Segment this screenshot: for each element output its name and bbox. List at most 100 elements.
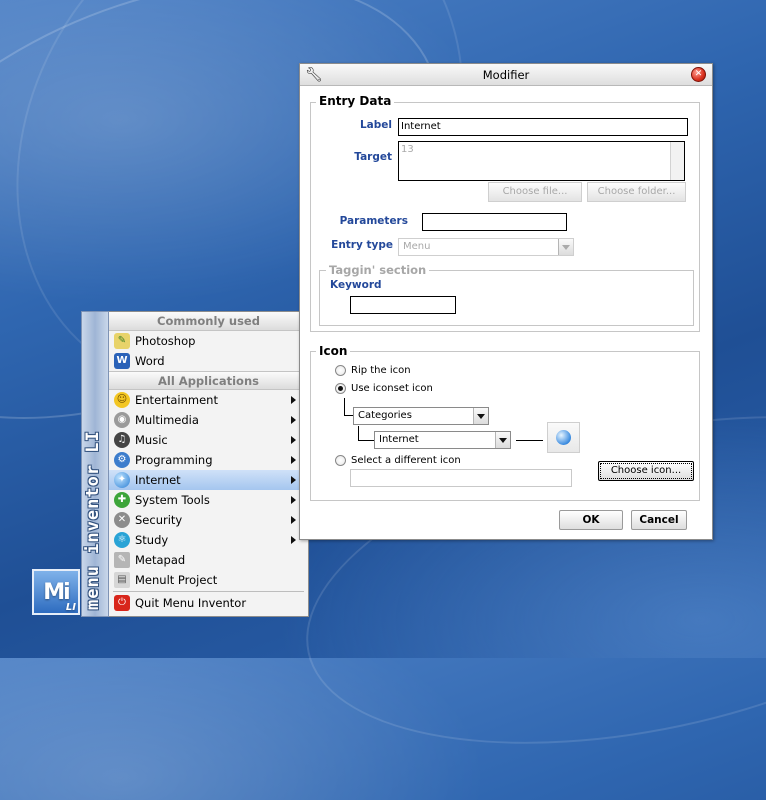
menu-item-label: Entertainment [135,393,218,407]
entry-type-select[interactable]: Menu [398,238,574,256]
chevron-down-icon [473,408,488,424]
submenu-arrow-icon [291,416,296,424]
menu-separator [113,591,304,592]
gear-icon: ⚙ [114,452,130,468]
dialog-title: Modifier [482,68,530,82]
sidebar-brand-text: menu inventor LI [83,430,103,610]
submenu-arrow-icon [291,456,296,464]
headphones-icon: ♫ [114,432,130,448]
different-icon-label: Select a different icon [351,455,461,466]
parameters-caption: Parameters [339,215,408,227]
label-input[interactable]: Internet [398,118,688,136]
choose-folder-button[interactable]: Choose folder... [587,182,686,202]
rip-icon-radio[interactable] [335,365,346,376]
tools-icon: ✚ [114,492,130,508]
preview-connector [516,440,543,441]
launcher-menu: Commonly used ✎ Photoshop W Word All App… [109,311,309,617]
categories-select[interactable]: Categories [353,407,489,425]
tagging-legend: Taggin' section [326,263,430,277]
word-icon: W [114,353,130,369]
menu-item-internet[interactable]: ✦ Internet [109,470,308,490]
menu-item-entertainment[interactable]: ☺ Entertainment [109,390,308,410]
target-textarea[interactable]: 13 [398,141,685,181]
menu-item-label: Menult Project [135,573,218,587]
menu-item-label: Metapad [135,553,186,567]
tree-connector [344,398,353,416]
chevron-down-icon [495,432,510,448]
keyword-input[interactable] [350,296,456,314]
ok-button[interactable]: OK [559,510,623,530]
menu-item-label: Internet [135,473,181,487]
different-icon-radio[interactable] [335,455,346,466]
menu-inventor-logo[interactable]: Mi LI [32,569,80,615]
logo-sub-text: LI [65,602,76,613]
choose-icon-button[interactable]: Choose icon... [598,461,694,481]
choose-file-button[interactable]: Choose file... [488,182,582,202]
logo-text: Mi [43,579,70,605]
menu-item-label: Music [135,433,168,447]
entry-data-legend: Entry Data [316,94,395,108]
menu-item-multimedia[interactable]: ◉ Multimedia [109,410,308,430]
menu-item-word[interactable]: W Word [109,351,308,371]
menu-item-label: Multimedia [135,413,199,427]
categories-value: Categories [358,410,412,421]
globe-icon [556,430,571,445]
menu-item-programming[interactable]: ⚙ Programming [109,450,308,470]
section-commonly-used: Commonly used [109,312,308,331]
internet-select[interactable]: Internet [374,431,511,449]
tree-connector [358,426,374,441]
menu-item-menult-project[interactable]: ▤ Menult Project [109,570,308,590]
power-icon: ⏻ [114,595,130,611]
menu-item-metapad[interactable]: ✎ Metapad [109,550,308,570]
modifier-dialog: 🔧︎ Modifier ✕ Entry Data Label Internet … [299,63,713,540]
photoshop-icon: ✎ [114,333,130,349]
atom-icon: ⚛ [114,532,130,548]
menu-item-study[interactable]: ⚛ Study [109,530,308,550]
submenu-arrow-icon [291,496,296,504]
submenu-arrow-icon [291,436,296,444]
menu-inventor-sidebar: menu inventor LI [81,311,109,617]
menu-item-security[interactable]: ✕ Security [109,510,308,530]
target-scrollbar[interactable] [670,142,684,180]
close-icon[interactable]: ✕ [691,67,706,82]
section-all-applications: All Applications [109,371,308,390]
entry-type-caption: Entry type [331,239,393,251]
menu-item-label: Word [135,354,165,368]
menu-item-label: System Tools [135,493,210,507]
icon-preview [547,422,580,453]
notepad-icon: ✎ [114,552,130,568]
eye-icon: ◉ [114,412,130,428]
menu-item-label: Security [135,513,183,527]
menu-item-label: Photoshop [135,334,196,348]
menu-item-system-tools[interactable]: ✚ System Tools [109,490,308,510]
use-iconset-radio[interactable] [335,383,346,394]
menu-item-photoshop[interactable]: ✎ Photoshop [109,331,308,351]
submenu-arrow-icon [291,516,296,524]
target-caption: Target [354,151,392,163]
target-value: 13 [401,144,414,155]
globe-icon: ✦ [114,472,130,488]
dialog-titlebar[interactable]: 🔧︎ Modifier ✕ [300,64,712,86]
wrench-icon: ✕ [114,512,130,528]
parameters-input[interactable] [422,213,567,231]
menu-item-quit[interactable]: ⏻ Quit Menu Inventor [109,593,308,613]
smiley-icon: ☺ [114,392,130,408]
cancel-button[interactable]: Cancel [631,510,687,530]
label-caption: Label [359,119,392,131]
submenu-arrow-icon [291,536,296,544]
internet-value: Internet [379,434,419,445]
menu-item-label: Quit Menu Inventor [135,596,247,610]
chevron-down-icon [558,239,573,255]
submenu-arrow-icon [291,396,296,404]
icon-path-input[interactable] [350,469,572,487]
document-icon: ▤ [114,572,130,588]
rip-icon-label: Rip the icon [351,365,411,376]
menu-item-label: Programming [135,453,213,467]
menu-item-music[interactable]: ♫ Music [109,430,308,450]
use-iconset-label: Use iconset icon [351,383,433,394]
entry-type-value: Menu [403,241,431,252]
icon-legend: Icon [316,344,351,358]
wrench-icon: 🔧︎ [305,67,323,83]
menu-item-label: Study [135,533,169,547]
keyword-caption: Keyword [330,279,382,291]
